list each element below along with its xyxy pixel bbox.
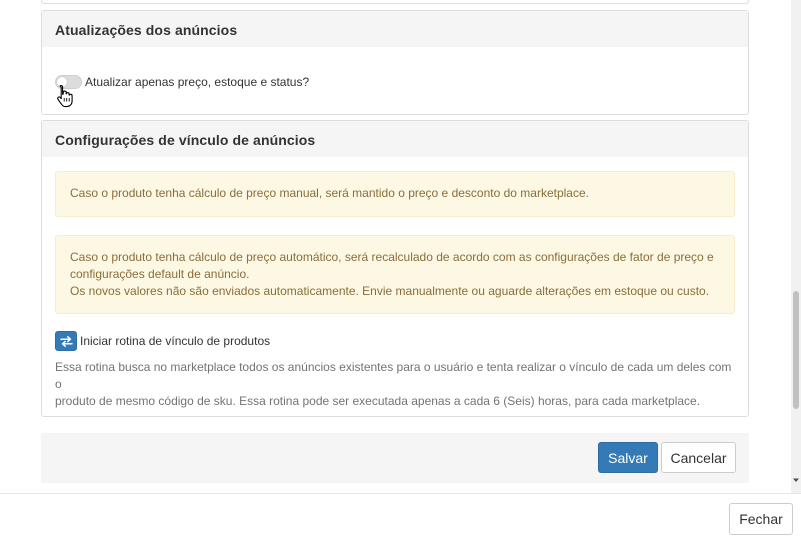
start-link-routine-label[interactable]: Iniciar rotina de vínculo de produtos: [80, 334, 270, 348]
cancel-button[interactable]: Cancelar: [661, 442, 736, 473]
manual-price-alert: Caso o produto tenha cálculo de preço ma…: [55, 171, 735, 217]
hand-pointer-icon: [57, 84, 73, 108]
close-button[interactable]: Fechar: [729, 503, 793, 535]
automatic-price-alert-line: Caso o produto tenha cálculo de preço au…: [70, 250, 714, 264]
automatic-price-alert-line: configurações default de anúncio.: [70, 267, 250, 281]
price-stock-status-toggle-row: Atualizar apenas preço, estoque e status…: [55, 75, 309, 89]
ad-updates-panel: Atualizações dos anúncios Atualizar apen…: [41, 10, 749, 115]
scrollbar-thumb[interactable]: [793, 291, 799, 409]
automatic-price-alert-line: Os novos valores não são enviados automa…: [70, 284, 710, 298]
ad-link-settings-panel: Configurações de vínculo de anúncios Cas…: [41, 120, 749, 417]
scroll-down-arrow-icon[interactable]: [793, 477, 799, 483]
link-routine-help-text: Essa rotina busca no marketplace todos o…: [55, 359, 739, 410]
vertical-scrollbar[interactable]: [791, 0, 801, 493]
start-link-routine-button[interactable]: [55, 331, 77, 351]
help-text-line: Essa rotina busca no marketplace todos o…: [55, 360, 732, 391]
price-stock-status-toggle-label: Atualizar apenas preço, estoque e status…: [85, 75, 310, 89]
start-link-routine-row: Iniciar rotina de vínculo de produtos: [55, 331, 270, 351]
exchange-arrows-icon: [59, 335, 73, 347]
ad-link-settings-panel-title: Configurações de vínculo de anúncios: [42, 121, 748, 157]
save-button[interactable]: Salvar: [598, 442, 658, 473]
form-actions-bar: Salvar Cancelar: [41, 433, 749, 483]
ad-updates-panel-title: Atualizações dos anúncios: [42, 11, 748, 47]
modal-footer: Fechar: [0, 493, 801, 537]
help-text-line: produto de mesmo código de sku. Essa rot…: [55, 394, 701, 408]
manual-price-alert-text: Caso o produto tenha cálculo de preço ma…: [70, 186, 589, 200]
automatic-price-alert: Caso o produto tenha cálculo de preço au…: [55, 235, 735, 314]
modal-body: Atualizações dos anúncios Atualizar apen…: [0, 0, 791, 493]
previous-panel: [41, 0, 749, 4]
